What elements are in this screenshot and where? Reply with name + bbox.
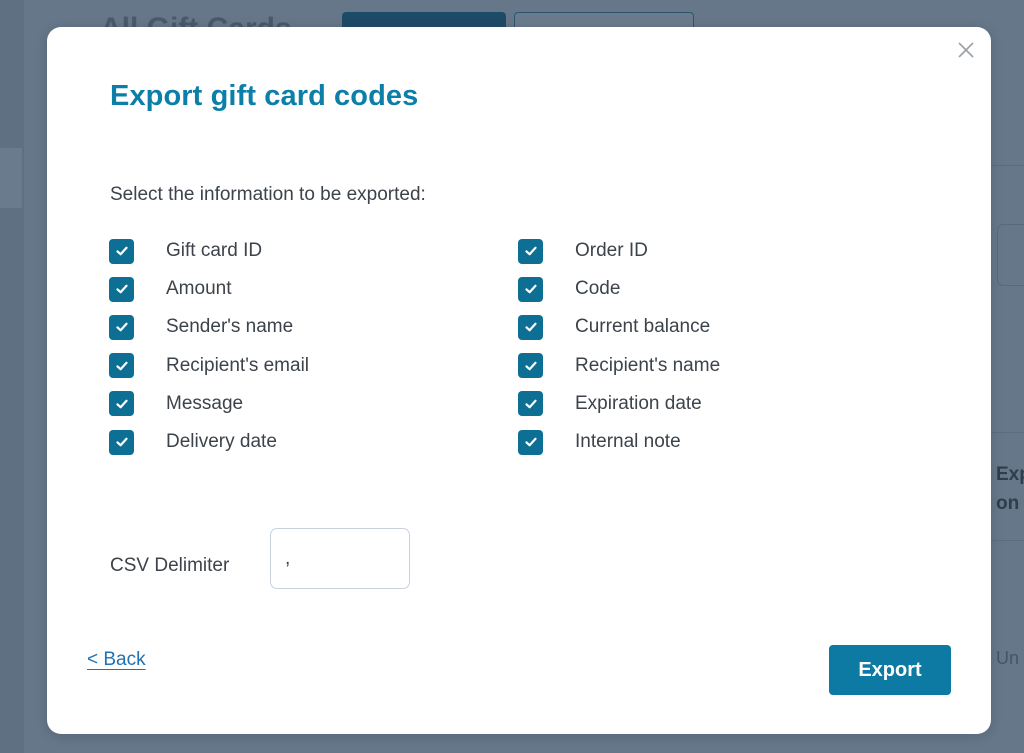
option-label: Internal note	[575, 431, 681, 453]
checkbox[interactable]	[109, 238, 134, 264]
close-icon	[958, 42, 974, 58]
option-label: Gift card ID	[166, 240, 263, 262]
option-label: Current balance	[575, 316, 711, 338]
export-option[interactable]: Order ID	[518, 232, 809, 270]
export-option[interactable]: Internal note	[518, 423, 809, 461]
export-option[interactable]: Delivery date	[109, 423, 518, 461]
option-label: Message	[166, 392, 244, 414]
checkmark-icon	[115, 323, 128, 332]
checkbox[interactable]	[518, 353, 543, 379]
checkbox[interactable]	[109, 429, 134, 455]
export-options: Gift card ID Order ID Amount Code Sender's n…	[109, 232, 809, 461]
export-option[interactable]: Code	[518, 270, 809, 308]
option-label: Recipient's email	[166, 354, 310, 376]
checkmark-icon	[524, 284, 537, 294]
checkbox[interactable]	[109, 276, 134, 302]
background-input	[997, 224, 1024, 286]
option-label: Amount	[166, 278, 232, 300]
checkmark-icon	[524, 437, 537, 447]
checkmark-icon	[115, 361, 128, 370]
checkmark-icon	[115, 399, 128, 409]
sidebar	[0, 0, 24, 753]
checkbox[interactable]	[518, 391, 543, 417]
instructions-text: Select the information to be exported:	[110, 184, 426, 205]
checkbox[interactable]	[518, 429, 543, 455]
option-label: Delivery date	[166, 431, 277, 453]
checkbox[interactable]	[518, 238, 543, 264]
export-option[interactable]: Recipient's name	[518, 347, 809, 385]
checkbox[interactable]	[518, 314, 543, 340]
checkbox[interactable]	[518, 276, 543, 302]
modal-title: Export gift card codes	[110, 80, 419, 112]
close-button[interactable]	[955, 39, 977, 61]
export-button[interactable]: Export	[829, 645, 951, 695]
background-heading: Exp on	[996, 460, 1024, 518]
option-label: Code	[575, 278, 621, 300]
back-link[interactable]: < Back	[87, 649, 146, 671]
option-label: Order ID	[575, 240, 648, 262]
checkmark-icon	[524, 246, 537, 256]
checkmark-icon	[115, 246, 128, 256]
background-status-text: Un	[996, 648, 1020, 668]
divider	[990, 432, 1024, 433]
export-option[interactable]: Expiration date	[518, 385, 809, 423]
background-heading-line: Exp	[996, 464, 1024, 485]
export-option[interactable]: Recipient's email	[109, 347, 518, 385]
checkbox[interactable]	[109, 353, 134, 379]
checkmark-icon	[115, 437, 128, 447]
export-option[interactable]: Current balance	[518, 308, 809, 346]
export-modal: Export gift card codes Select the inform…	[47, 27, 991, 734]
sidebar-item	[0, 148, 22, 208]
export-option[interactable]: Gift card ID	[109, 232, 518, 270]
checkbox[interactable]	[109, 314, 134, 340]
csv-delimiter-label: CSV Delimiter	[110, 555, 230, 576]
option-label: Sender's name	[166, 316, 294, 338]
checkmark-icon	[524, 361, 537, 370]
csv-delimiter-input[interactable]	[270, 528, 410, 589]
option-label: Expiration date	[575, 392, 702, 414]
option-label: Recipient's name	[575, 354, 721, 376]
export-option[interactable]: Message	[109, 385, 518, 423]
checkbox[interactable]	[109, 391, 134, 417]
checkmark-icon	[524, 399, 537, 409]
checkmark-icon	[115, 284, 128, 294]
divider	[990, 540, 1024, 541]
export-option[interactable]: Amount	[109, 270, 518, 308]
export-option[interactable]: Sender's name	[109, 308, 518, 346]
checkmark-icon	[524, 323, 537, 332]
background-heading-line: on	[996, 493, 1020, 514]
